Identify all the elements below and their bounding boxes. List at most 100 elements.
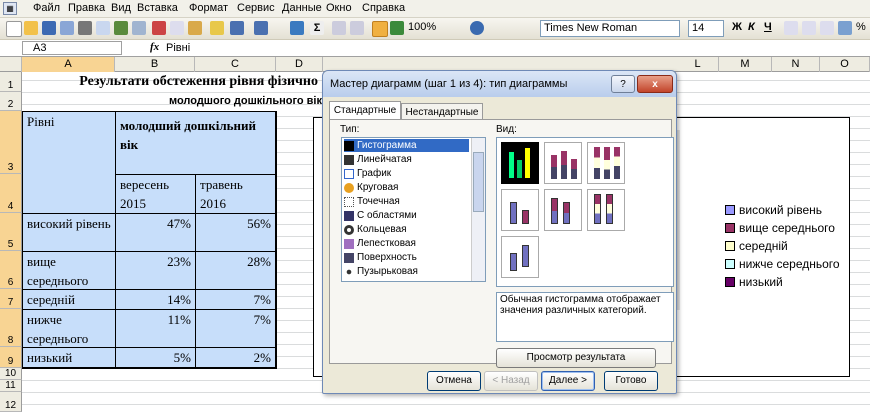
- menu-insert[interactable]: Вставка: [137, 2, 178, 14]
- chart-type-item[interactable]: Гистограмма: [344, 139, 469, 152]
- row-header-6[interactable]: 6: [0, 251, 22, 289]
- sheet-title[interactable]: Результати обстеження рівня фізично: [22, 72, 322, 92]
- value-cell[interactable]: 5%: [116, 348, 196, 368]
- row-header-11[interactable]: 11: [0, 380, 22, 392]
- chart-type-item[interactable]: Точечная: [344, 195, 400, 208]
- row-header-8[interactable]: 8: [0, 309, 22, 347]
- spelling-icon[interactable]: [114, 21, 128, 35]
- value-cell[interactable]: 56%: [196, 214, 276, 252]
- header-col1-cell[interactable]: вересень 2015: [116, 175, 196, 214]
- align-left-icon[interactable]: [784, 21, 798, 35]
- help-icon[interactable]: [470, 21, 484, 35]
- subtype-stacked-column[interactable]: [544, 142, 582, 184]
- subtype-clustered-column[interactable]: [501, 142, 539, 184]
- next-button[interactable]: Далее >: [541, 371, 595, 391]
- row-header-9[interactable]: 9: [0, 347, 22, 368]
- value-cell[interactable]: 28%: [196, 252, 276, 290]
- permission-icon[interactable]: [60, 21, 74, 35]
- column-n[interactable]: N: [772, 57, 820, 72]
- open-icon[interactable]: [24, 21, 38, 35]
- scrollbar-thumb[interactable]: [473, 152, 484, 212]
- format-painter-icon[interactable]: [210, 21, 224, 35]
- sort-desc-icon[interactable]: [350, 21, 364, 35]
- column-b[interactable]: B: [115, 57, 195, 72]
- row-label-cell[interactable]: низький: [23, 348, 116, 368]
- zoom-value[interactable]: 100%: [408, 21, 436, 33]
- preview-result-button[interactable]: Просмотр результата: [496, 348, 656, 368]
- menu-edit[interactable]: Правка: [68, 2, 105, 14]
- chart-type-item[interactable]: С областями: [344, 209, 417, 222]
- subtype-3d-column[interactable]: [501, 236, 539, 278]
- row-header-5[interactable]: 5: [0, 213, 22, 251]
- back-button[interactable]: < Назад: [484, 371, 538, 391]
- menu-view[interactable]: Вид: [111, 2, 131, 14]
- row-header-1[interactable]: 1: [0, 72, 22, 92]
- copy-icon[interactable]: [170, 21, 184, 35]
- value-cell[interactable]: 11%: [116, 310, 196, 348]
- chart-type-item[interactable]: Лепестковая: [344, 237, 416, 250]
- row-label-cell[interactable]: вище середнього: [23, 252, 116, 290]
- menu-window[interactable]: Окно: [326, 2, 352, 14]
- chart-type-list[interactable]: Гистограмма Линейчатая График Круговая Т…: [341, 137, 486, 282]
- formula-input[interactable]: Рівні: [166, 42, 190, 54]
- help-button[interactable]: ?: [611, 75, 635, 93]
- column-c[interactable]: C: [195, 57, 276, 72]
- subtype-3d-100-stacked-column[interactable]: [587, 189, 625, 231]
- menu-tools[interactable]: Сервис: [237, 2, 275, 14]
- close-button[interactable]: x: [637, 75, 673, 93]
- value-cell[interactable]: 7%: [196, 290, 276, 310]
- value-cell[interactable]: 14%: [116, 290, 196, 310]
- chart-type-item[interactable]: Кольцевая: [344, 223, 407, 236]
- underline-button[interactable]: Ч: [764, 21, 772, 33]
- row-header-12[interactable]: 12: [0, 392, 22, 412]
- print-icon[interactable]: [78, 21, 92, 35]
- select-all[interactable]: [0, 57, 22, 72]
- type-list-scrollbar[interactable]: [471, 138, 485, 281]
- sheet-subtitle[interactable]: молодшого дошкільного вік: [22, 92, 322, 111]
- percent-button[interactable]: %: [856, 21, 866, 33]
- row-header-3[interactable]: 3: [0, 111, 22, 174]
- cut-icon[interactable]: [152, 21, 166, 35]
- font-select[interactable]: Times New Roman: [540, 20, 680, 37]
- column-o[interactable]: O: [820, 57, 870, 72]
- subtype-3d-stacked-column[interactable]: [544, 189, 582, 231]
- chart-wizard-icon[interactable]: [372, 21, 388, 37]
- align-center-icon[interactable]: [802, 21, 816, 35]
- name-box[interactable]: A3: [22, 41, 122, 55]
- tab-standard[interactable]: Стандартные: [329, 101, 401, 120]
- row-label-cell[interactable]: високий рівень: [23, 214, 116, 252]
- menu-format[interactable]: Формат: [189, 2, 228, 14]
- subtype-3d-clustered-column[interactable]: [501, 189, 539, 231]
- column-m[interactable]: M: [719, 57, 772, 72]
- menu-data[interactable]: Данные: [282, 2, 322, 14]
- value-cell[interactable]: 47%: [116, 214, 196, 252]
- row-header-2[interactable]: 2: [0, 92, 22, 111]
- value-cell[interactable]: 2%: [196, 348, 276, 368]
- undo-icon[interactable]: [230, 21, 244, 35]
- paste-icon[interactable]: [188, 21, 202, 35]
- bold-button[interactable]: Ж: [732, 21, 742, 33]
- chart-type-item[interactable]: Пузырьковая: [344, 265, 418, 278]
- save-icon[interactable]: [42, 21, 56, 35]
- hyperlink-icon[interactable]: [290, 21, 304, 35]
- row-header-10[interactable]: 10: [0, 368, 22, 380]
- chart-type-item[interactable]: График: [344, 167, 391, 180]
- value-cell[interactable]: 23%: [116, 252, 196, 290]
- redo-icon[interactable]: [254, 21, 268, 35]
- new-icon[interactable]: [6, 21, 22, 37]
- merge-center-icon[interactable]: [838, 21, 852, 35]
- column-d[interactable]: D: [276, 57, 323, 72]
- menu-help[interactable]: Справка: [362, 2, 405, 14]
- row-header-4[interactable]: 4: [0, 174, 22, 213]
- subtype-100-stacked-column[interactable]: [587, 142, 625, 184]
- font-size-select[interactable]: 14: [688, 20, 724, 37]
- drawing-icon[interactable]: [390, 21, 404, 35]
- column-l[interactable]: L: [677, 57, 719, 72]
- align-right-icon[interactable]: [820, 21, 834, 35]
- column-a[interactable]: A: [22, 57, 115, 72]
- chart-type-item[interactable]: Поверхность: [344, 251, 417, 264]
- header-age-cell[interactable]: молодший дошкільний вік: [116, 112, 276, 175]
- header-col2-cell[interactable]: травень 2016: [196, 175, 276, 214]
- chart-type-item[interactable]: Круговая: [344, 181, 398, 194]
- cancel-button[interactable]: Отмена: [427, 371, 481, 391]
